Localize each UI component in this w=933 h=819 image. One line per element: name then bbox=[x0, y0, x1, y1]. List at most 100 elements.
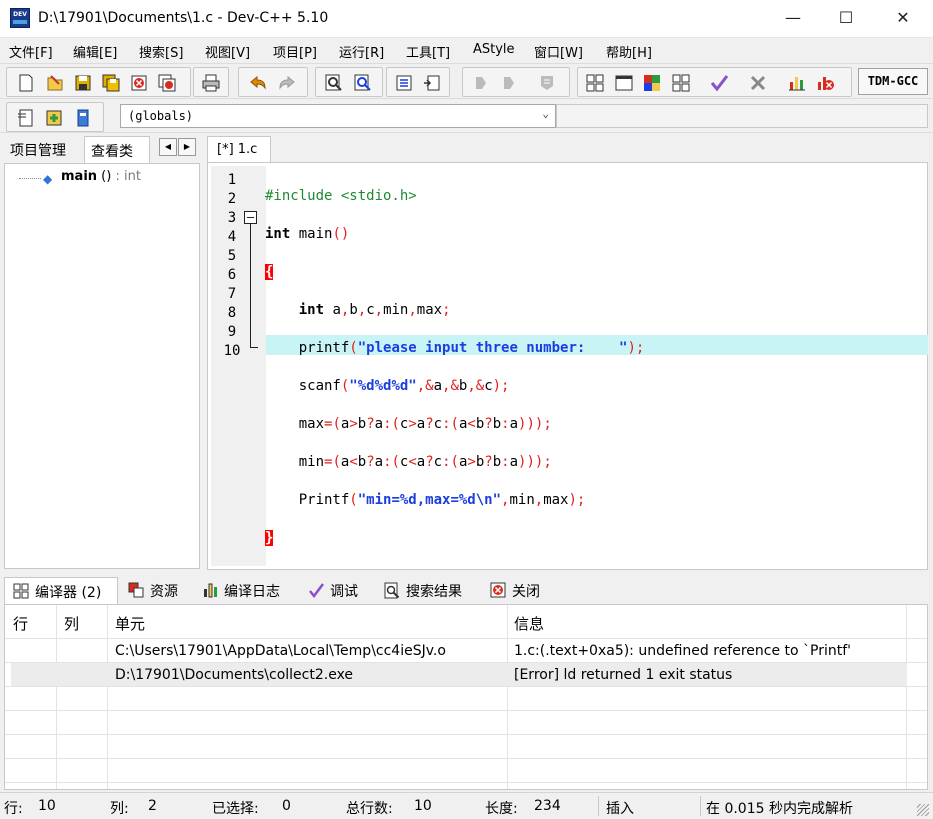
toggle-bookmark-icon[interactable] bbox=[471, 73, 491, 93]
file-toolbar-group bbox=[6, 67, 191, 97]
remove-from-project-icon[interactable] bbox=[73, 108, 93, 128]
save-all-icon[interactable] bbox=[101, 73, 121, 93]
menu-project[interactable]: 项目[P] bbox=[273, 42, 317, 61]
comment-icon[interactable] bbox=[537, 73, 557, 93]
line-number-gutter: 1 2 3 4 5 6 7 8 9 10 bbox=[211, 166, 266, 566]
project-toolbar-group bbox=[6, 102, 104, 132]
column-header-unit[interactable]: 单元 bbox=[115, 613, 145, 634]
menu-edit[interactable]: 编辑[E] bbox=[73, 42, 117, 61]
status-parse-time: 在 0.015 秒内完成解析 bbox=[706, 801, 853, 817]
menu-run[interactable]: 运行[R] bbox=[339, 42, 384, 61]
tree-item-main[interactable]: main () : int bbox=[61, 169, 141, 184]
editor-tab-bar: [*] 1.c bbox=[207, 134, 933, 163]
close-file-icon[interactable] bbox=[129, 73, 149, 93]
column-separator bbox=[107, 605, 108, 789]
chevron-down-icon[interactable]: ⌄ bbox=[542, 107, 549, 120]
tab-search-results[interactable]: 搜索结果 bbox=[376, 577, 480, 604]
tab-scroll-left-icon[interactable]: ◀ bbox=[159, 138, 177, 156]
tab-debug[interactable]: 调试 bbox=[300, 577, 372, 604]
undo-icon[interactable] bbox=[248, 73, 268, 93]
tab-compiler-label: 编译器 (2) bbox=[35, 585, 102, 601]
tab-class-view[interactable]: 查看类 bbox=[84, 136, 150, 164]
status-divider bbox=[700, 796, 701, 816]
menu-tools[interactable]: 工具[T] bbox=[406, 42, 450, 61]
compile-icon[interactable] bbox=[585, 73, 605, 93]
resize-grip-icon[interactable] bbox=[917, 804, 929, 816]
compiler-selector[interactable]: TDM-GCC bbox=[858, 68, 928, 95]
save-icon[interactable] bbox=[73, 73, 93, 93]
redo-icon[interactable] bbox=[277, 73, 297, 93]
main-toolbar: TDM-GCC bbox=[0, 63, 933, 99]
minimize-button[interactable]: — bbox=[770, 0, 816, 38]
menu-window[interactable]: 窗口[W] bbox=[534, 42, 583, 61]
find-icon[interactable] bbox=[324, 73, 344, 93]
line-number: 6 bbox=[227, 267, 237, 283]
tab-1c[interactable]: [*] 1.c bbox=[207, 136, 271, 163]
tab-search-results-label: 搜索结果 bbox=[406, 584, 462, 600]
source-code[interactable]: #include <stdio.h> int main() { int a,b,… bbox=[265, 168, 644, 586]
unindent-icon[interactable] bbox=[422, 73, 442, 93]
compiler-results-table: 行 列 单元 信息 C:\Users\17901\AppData\Local\T… bbox=[4, 604, 928, 790]
syntax-check-icon[interactable] bbox=[709, 73, 729, 93]
symbol-combobox[interactable] bbox=[556, 104, 928, 128]
close-window-button[interactable]: ✕ bbox=[880, 0, 926, 38]
menu-search[interactable]: 搜索[S] bbox=[139, 42, 183, 61]
find-toolbar-group bbox=[315, 67, 383, 97]
maximize-button[interactable]: ☐ bbox=[823, 0, 869, 38]
code-editor[interactable]: 1 2 3 4 5 6 7 8 9 10 #include <stdio.h> … bbox=[207, 162, 928, 570]
open-file-icon[interactable] bbox=[45, 73, 65, 93]
tab-resources[interactable]: 资源 bbox=[120, 577, 190, 604]
column-header-line[interactable]: 行 bbox=[13, 613, 28, 634]
code-line-1: #include <stdio.h> bbox=[265, 188, 417, 204]
tab-close-panel-label: 关闭 bbox=[512, 584, 540, 600]
column-header-message[interactable]: 信息 bbox=[514, 613, 544, 634]
new-project-icon[interactable] bbox=[16, 108, 36, 128]
rebuild-all-icon[interactable] bbox=[671, 73, 691, 93]
tab-compile-log[interactable]: 编译日志 bbox=[194, 577, 298, 604]
row-divider bbox=[5, 734, 927, 735]
scope-combobox[interactable]: (globals) ⌄ bbox=[120, 104, 556, 128]
code-line-2: int main() bbox=[265, 226, 350, 242]
new-file-icon[interactable] bbox=[16, 73, 36, 93]
fold-collapse-icon[interactable] bbox=[244, 211, 257, 224]
tab-project-manager[interactable]: 项目管理 bbox=[4, 136, 82, 163]
goto-bookmark-icon[interactable] bbox=[499, 73, 519, 93]
tab-scroll-right-icon[interactable]: ▶ bbox=[178, 138, 196, 156]
menu-help[interactable]: 帮助[H] bbox=[606, 42, 652, 61]
tab-compiler[interactable]: 编译器 (2) bbox=[4, 577, 118, 605]
line-number: 2 bbox=[227, 191, 237, 207]
compile-log-chart-icon bbox=[204, 583, 217, 598]
class-tree: ◆ main () : int bbox=[4, 163, 200, 569]
code-line-9: Printf("min=%d,max=%d\n",min,max); bbox=[265, 492, 586, 508]
run-icon[interactable] bbox=[614, 73, 634, 93]
code-line-3: { bbox=[265, 264, 274, 280]
print-icon[interactable] bbox=[201, 73, 221, 93]
tree-connector bbox=[19, 178, 41, 179]
row-divider bbox=[5, 686, 927, 687]
cell-unit: D:\17901\Documents\collect2.exe bbox=[115, 667, 354, 683]
code-line-8: min=(a<b?a:(c<a?c:(a>b?b:a))); bbox=[265, 454, 552, 470]
tab-close-panel[interactable]: 关闭 bbox=[482, 577, 552, 604]
menu-file[interactable]: 文件[F] bbox=[9, 42, 53, 61]
status-col-value: 2 bbox=[148, 798, 157, 814]
column-header-col[interactable]: 列 bbox=[64, 613, 79, 634]
compile-toolbar-group bbox=[577, 67, 852, 97]
menu-view[interactable]: 视图[V] bbox=[205, 42, 250, 61]
delete-profile-icon[interactable] bbox=[815, 73, 835, 93]
print-toolbar-group bbox=[193, 67, 229, 97]
add-to-project-icon[interactable] bbox=[44, 108, 64, 128]
row-divider bbox=[5, 638, 927, 639]
status-col-label: 列: bbox=[110, 801, 129, 817]
line-number: 3 bbox=[227, 210, 237, 226]
menu-astyle[interactable]: AStyle bbox=[473, 42, 515, 57]
clean-icon[interactable] bbox=[748, 73, 768, 93]
compile-run-icon[interactable] bbox=[642, 73, 662, 93]
fold-end bbox=[250, 347, 258, 348]
replace-icon[interactable] bbox=[353, 73, 373, 93]
cell-message: 1.c:(.text+0xa5): undefined reference to… bbox=[514, 643, 852, 659]
indent-icon[interactable] bbox=[394, 73, 414, 93]
profile-icon[interactable] bbox=[787, 73, 807, 93]
status-divider bbox=[598, 796, 599, 816]
status-bar: 行: 10 列: 2 已选择: 0 总行数: 10 长度: 234 插入 在 0… bbox=[0, 792, 933, 819]
close-all-icon[interactable] bbox=[157, 73, 177, 93]
